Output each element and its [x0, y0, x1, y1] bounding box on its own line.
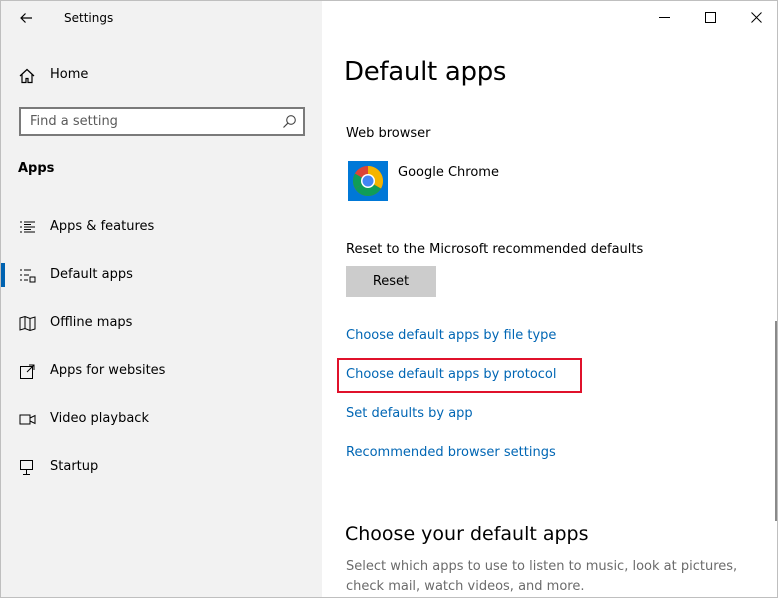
sidebar-item-default-apps[interactable]: Default apps [1, 251, 322, 299]
sidebar-item-apps-features[interactable]: Apps & features [1, 203, 322, 251]
sidebar-item-label: Home [50, 67, 89, 82]
sidebar-nav: Apps & features Default apps Offline map… [1, 203, 322, 491]
window-controls [641, 1, 777, 33]
video-icon [19, 414, 36, 425]
sidebar-item-video-playback[interactable]: Video playback [1, 395, 322, 443]
browser-app-tile[interactable] [348, 161, 388, 201]
startup-icon [20, 460, 33, 475]
link-set-defaults-by-app[interactable]: Set defaults by app [346, 406, 473, 421]
sidebar-item-home[interactable]: Home [1, 61, 322, 91]
scrollbar[interactable] [775, 321, 777, 521]
default-apps-icon [20, 269, 36, 283]
sidebar-item-startup[interactable]: Startup [1, 443, 322, 491]
search-box[interactable] [19, 107, 305, 136]
reset-button[interactable]: Reset [346, 266, 436, 297]
section-description: Select which apps to use to listen to mu… [346, 559, 738, 594]
page-title: Default apps [344, 57, 507, 87]
settings-window: Settings Home Apps Apps & features Defau… [0, 0, 778, 598]
home-icon [19, 68, 35, 84]
sidebar-item-label: Startup [50, 459, 99, 474]
reset-label: Reset to the Microsoft recommended defau… [346, 242, 644, 257]
web-browser-label: Web browser [346, 126, 431, 141]
search-input[interactable] [21, 109, 261, 134]
sidebar-item-apps-for-websites[interactable]: Apps for websites [1, 347, 322, 395]
sidebar-item-label: Apps & features [50, 219, 155, 234]
sidebar-item-offline-maps[interactable]: Offline maps [1, 299, 322, 347]
link-browser-settings[interactable]: Recommended browser settings [346, 445, 556, 460]
minimize-icon [658, 16, 670, 18]
map-icon [19, 315, 36, 332]
search-icon[interactable] [282, 114, 297, 129]
active-indicator [1, 263, 5, 287]
link-file-type[interactable]: Choose default apps by file type [346, 328, 556, 343]
open-in-new-icon [20, 364, 35, 379]
app-title: Settings [64, 11, 114, 25]
link-protocol[interactable]: Choose default apps by protocol [346, 367, 556, 382]
minimize-button[interactable] [641, 1, 687, 33]
browser-app-name[interactable]: Google Chrome [398, 165, 499, 180]
close-button[interactable] [733, 1, 777, 33]
chrome-icon [352, 166, 384, 197]
back-arrow-icon [20, 13, 32, 23]
sidebar-item-label: Default apps [50, 267, 133, 282]
sidebar-item-label: Offline maps [50, 315, 133, 330]
close-icon [750, 11, 762, 23]
list-icon [20, 221, 35, 233]
sidebar-item-label: Apps for websites [50, 363, 166, 378]
maximize-icon [704, 11, 716, 23]
sidebar-item-label: Video playback [50, 411, 149, 426]
back-button[interactable] [11, 7, 41, 29]
maximize-button[interactable] [687, 1, 733, 33]
section-label: Apps [18, 161, 55, 176]
main-content: Default apps Web browser Google Chrome R… [322, 1, 777, 597]
section-title: Choose your default apps [345, 523, 589, 545]
sidebar: Settings Home Apps Apps & features Defau… [1, 1, 322, 597]
